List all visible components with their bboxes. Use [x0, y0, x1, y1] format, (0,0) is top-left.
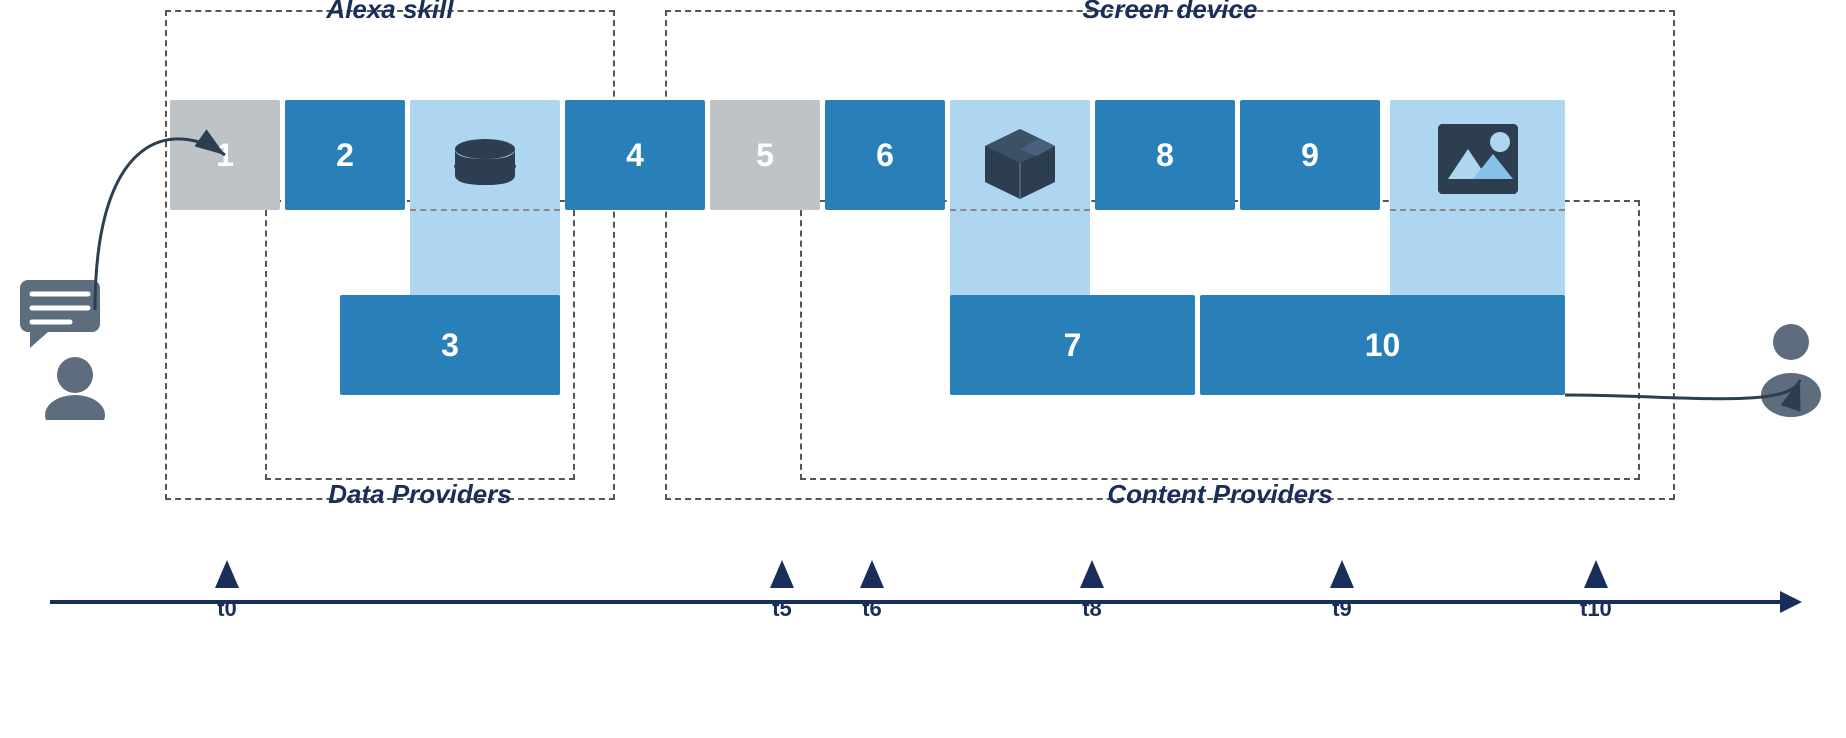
t0-arrow	[215, 560, 239, 588]
time-marker-t10: t10	[1580, 560, 1612, 622]
t0-label: t0	[217, 596, 237, 622]
person-left	[20, 280, 130, 425]
t5-arrow	[770, 560, 794, 588]
timeline-area: t0 t5 t6 t8 t9 t10	[0, 560, 1846, 738]
step-block-1: 1	[170, 100, 280, 210]
t8-label: t8	[1082, 596, 1102, 622]
step-block-6: 6	[825, 100, 945, 210]
step-block-5: 5	[710, 100, 820, 210]
t10-label: t10	[1580, 596, 1612, 622]
t6-label: t6	[862, 596, 882, 622]
step-block-8: 8	[1095, 100, 1235, 210]
time-marker-t8: t8	[1080, 560, 1104, 622]
step-block-9: 9	[1240, 100, 1380, 210]
t6-arrow	[860, 560, 884, 588]
time-marker-t6: t6	[860, 560, 884, 622]
t9-label: t9	[1332, 596, 1352, 622]
alexa-skill-title: Alexa skill	[167, 0, 613, 25]
timeline-end-arrow	[1780, 591, 1802, 613]
screen-device-title: Screen device	[667, 0, 1673, 25]
step-block-2: 2	[285, 100, 405, 210]
t8-arrow	[1080, 560, 1104, 588]
t10-arrow	[1584, 560, 1608, 588]
t5-label: t5	[772, 596, 792, 622]
box-icon	[980, 124, 1060, 204]
time-marker-t0: t0	[215, 560, 239, 622]
person-right	[1756, 320, 1826, 425]
step-block-10: 10	[1200, 295, 1565, 395]
time-marker-t5: t5	[770, 560, 794, 622]
timeline-line	[50, 600, 1796, 604]
step-block-7: 7	[950, 295, 1195, 395]
time-marker-t9: t9	[1330, 560, 1354, 622]
content-providers-title: Content Providers	[802, 479, 1638, 510]
image-icon	[1438, 124, 1518, 194]
data-providers-title: Data Providers	[267, 479, 573, 510]
t9-arrow	[1330, 560, 1354, 588]
diagram-area: Alexa skill Data Providers Screen device…	[0, 0, 1846, 560]
step-block-3: 3	[340, 295, 560, 395]
database-icon	[450, 135, 520, 205]
step-block-4: 4	[565, 100, 705, 210]
